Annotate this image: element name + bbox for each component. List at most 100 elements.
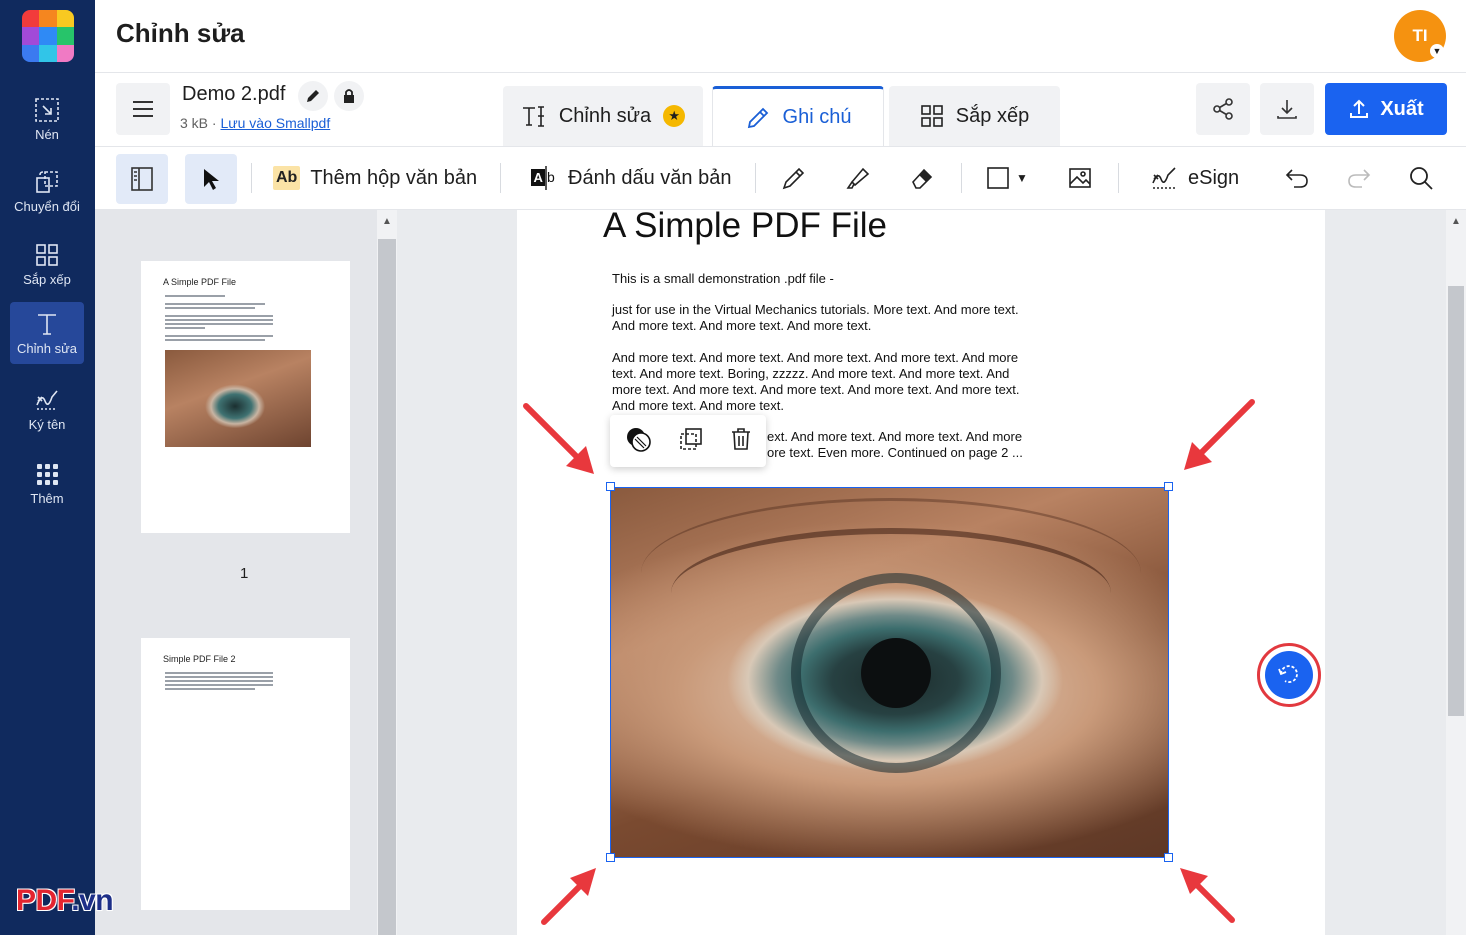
rotate-button[interactable]	[1265, 651, 1313, 699]
resize-handle-bottom-right[interactable]	[1164, 853, 1173, 862]
text-edit-icon	[522, 106, 544, 127]
thumbnail-page-1[interactable]: A Simple PDF File	[141, 261, 350, 533]
scroll-up-icon[interactable]: ▲	[382, 216, 392, 227]
tab-annotate[interactable]: Ghi chú	[712, 86, 884, 146]
divider	[1118, 163, 1119, 193]
app-header: Chỉnh sửa TI ▼	[95, 0, 1466, 73]
red-arrow-bottom-right	[1180, 868, 1235, 923]
upload-icon	[1350, 99, 1369, 118]
thumbnail-text-line	[165, 315, 273, 317]
redo-icon	[1348, 169, 1371, 188]
tab-label: Ghi chú	[782, 106, 852, 128]
opacity-icon	[626, 427, 651, 452]
organize-icon	[36, 243, 58, 266]
thumbnail-text-line	[165, 335, 273, 337]
app-logo[interactable]	[22, 10, 74, 62]
pdf-paragraph: ext. And more text. And more text. And m…	[767, 429, 1023, 444]
toggle-thumbnails-button[interactable]	[116, 154, 168, 204]
grid-dots-icon	[37, 463, 58, 485]
highlight-text-button[interactable]: Ab Đánh dấu văn bản	[530, 147, 731, 209]
sidebar-item-label: Sắp xếp	[23, 271, 71, 287]
thumbnail-text-line	[165, 672, 273, 674]
divider	[500, 163, 501, 193]
undo-button[interactable]	[1282, 163, 1312, 193]
svg-text:A: A	[534, 170, 544, 185]
save-to-smallpdf-link[interactable]: Lưu vào Smallpdf	[220, 115, 330, 131]
download-button[interactable]	[1260, 83, 1314, 135]
signature-icon	[1152, 167, 1176, 189]
lock-icon	[344, 89, 354, 103]
sidebar-item-label: Chỉnh sửa	[16, 340, 77, 356]
star-icon: ★	[663, 105, 686, 127]
hamburger-icon	[133, 101, 153, 117]
tab-organize[interactable]: Sắp xếp	[889, 86, 1060, 146]
pdf-title: A Simple PDF File	[603, 210, 887, 245]
resize-handle-bottom-left[interactable]	[606, 853, 615, 862]
scrollbar-thumb[interactable]	[378, 239, 396, 935]
sidebar-item-organize[interactable]: Sắp xếp	[10, 233, 84, 295]
share-icon	[1213, 98, 1233, 120]
resize-handle-top-left[interactable]	[606, 482, 615, 491]
watermark-main: PDF	[16, 884, 72, 917]
shape-tool-dropdown[interactable]: ▼	[983, 163, 1031, 193]
chevron-down-icon: ▼	[1016, 171, 1028, 185]
export-button[interactable]: Xuất	[1325, 83, 1447, 135]
lock-button[interactable]	[334, 81, 364, 111]
file-bar: Demo 2.pdf 3 kB · Lưu vào Smallpdf Chỉnh…	[95, 73, 1466, 146]
thumbnail-panel: A Simple PDF File 1 Simple PDF File 2	[95, 210, 377, 935]
sidebar-item-convert[interactable]: Chuyển đổi	[10, 160, 84, 222]
edit-text-icon	[38, 313, 56, 335]
pdf-paragraph: just for use in the Virtual Mechanics tu…	[612, 302, 1019, 333]
thumbnail-text-line	[165, 327, 205, 329]
scroll-up-icon[interactable]: ▲	[1451, 216, 1461, 227]
red-arrow-top-left	[523, 403, 594, 474]
menu-button[interactable]	[116, 83, 170, 135]
pdf-vn-watermark: PDF.vn	[16, 884, 114, 918]
share-button[interactable]	[1196, 83, 1250, 135]
canvas-scrollbar[interactable]: ▲	[1446, 210, 1466, 935]
svg-text:b: b	[547, 169, 555, 185]
thumbnail-title: A Simple PDF File	[163, 277, 237, 287]
thumbnail-text-line	[165, 688, 255, 690]
pdf-paragraph: This is a small demonstration .pdf file …	[612, 271, 834, 286]
eraser-tool-button[interactable]	[907, 163, 937, 193]
convert-icon	[36, 170, 58, 193]
search-button[interactable]	[1406, 163, 1436, 193]
esign-button[interactable]: eSign	[1150, 147, 1239, 209]
pencil-icon	[747, 107, 768, 128]
selected-eye-image[interactable]	[610, 487, 1169, 858]
thumbnail-text-line	[165, 680, 273, 682]
highlighter-tool-button[interactable]	[843, 163, 873, 193]
sidebar-item-compress[interactable]: Nén	[10, 88, 84, 150]
pdf-paragraph: And more text. And more text. And more t…	[612, 350, 1020, 413]
thumbnail-title: Simple PDF File 2	[163, 654, 236, 664]
insert-image-button[interactable]	[1065, 163, 1095, 193]
select-tool-button[interactable]	[185, 154, 237, 204]
rotate-button-highlight	[1257, 643, 1321, 707]
thumbnail-text-line	[165, 323, 273, 325]
file-meta: 3 kB · Lưu vào Smallpdf	[180, 115, 330, 131]
duplicate-button[interactable]	[679, 427, 703, 456]
sidebar-item-edit[interactable]: Chỉnh sửa	[10, 302, 84, 364]
resize-handle-top-right[interactable]	[1164, 482, 1173, 491]
page-title: Chỉnh sửa	[116, 18, 245, 48]
tab-edit[interactable]: Chỉnh sửa ★	[503, 86, 703, 146]
highlighter-icon	[846, 167, 870, 189]
redo-button[interactable]	[1344, 163, 1374, 193]
delete-button[interactable]	[730, 427, 752, 456]
thumbnail-page-2[interactable]: Simple PDF File 2	[141, 638, 350, 910]
left-sidebar: Nén Chuyển đổi Sắp xếp Chỉnh sửa Ký tên …	[0, 0, 95, 935]
add-textbox-button[interactable]: Ab Thêm hộp văn bản	[273, 147, 477, 209]
sidebar-item-sign[interactable]: Ký tên	[10, 378, 84, 440]
sidebar-item-more[interactable]: Thêm	[10, 452, 84, 514]
avatar[interactable]: TI ▼	[1394, 10, 1446, 62]
rename-button[interactable]	[298, 81, 328, 111]
page-number: 1	[240, 565, 249, 582]
sidebar-panel-icon	[131, 167, 153, 191]
opacity-button[interactable]	[624, 425, 652, 458]
rectangle-icon	[987, 167, 1009, 189]
pen-tool-button[interactable]	[779, 163, 809, 193]
thumbnail-scrollbar[interactable]: ▲	[377, 210, 397, 935]
scrollbar-thumb[interactable]	[1448, 286, 1464, 716]
duplicate-icon	[680, 427, 702, 450]
